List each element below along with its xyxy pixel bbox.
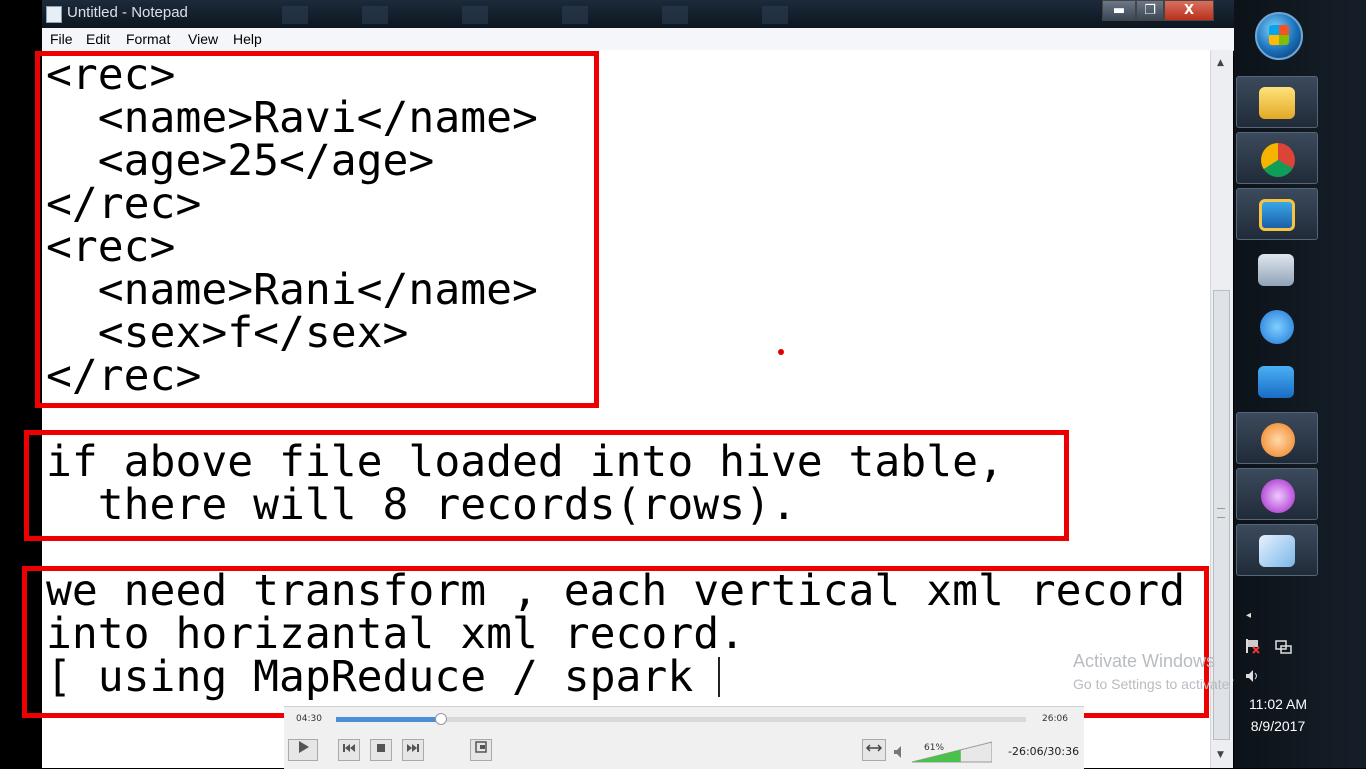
start-button[interactable] (1255, 12, 1303, 60)
close-button[interactable]: X (1164, 0, 1214, 21)
blurred-titlebar-shape (462, 6, 488, 24)
minimize-button[interactable]: ▬ (1102, 0, 1136, 21)
clock-date[interactable]: 8/9/2017 (1234, 718, 1322, 734)
play-icon (299, 741, 309, 753)
taskbar-virtualbox[interactable] (1236, 188, 1318, 240)
time-display: -26:06/30:36 (1008, 745, 1080, 758)
menu-bar: File Edit Format View Help (42, 28, 1234, 51)
taskbar-chrome[interactable] (1236, 132, 1318, 184)
blurred-titlebar-shape (282, 6, 308, 24)
title-bar: Untitled - Notepad ▬ ❐ X (42, 0, 1234, 28)
media-player-controls: 04:30 26:06 61% -26:06/30:36 (284, 706, 1084, 769)
virtualbox-icon (1259, 199, 1295, 231)
elapsed-time: 04:30 (296, 714, 322, 724)
file-explorer-icon (1259, 87, 1295, 119)
highlight-box-hive-note (24, 430, 1069, 541)
chrome-icon (1261, 143, 1295, 177)
volume-tray-icon[interactable] (1244, 668, 1262, 684)
menu-format[interactable]: Format (126, 31, 170, 47)
taskbar-file-explorer[interactable] (1236, 76, 1318, 128)
highlight-box-xml-records (35, 51, 599, 408)
app-flower-orange-icon (1261, 423, 1295, 457)
pointer-dot (778, 349, 784, 355)
fullscreen-button[interactable] (470, 739, 492, 761)
scrollbar-grip-icon (1217, 508, 1225, 518)
scroll-up-arrow-icon[interactable]: ▲ (1217, 58, 1224, 68)
loop-button[interactable] (862, 739, 886, 761)
remaining-time: 26:06 (1042, 714, 1068, 724)
fullscreen-icon (475, 741, 487, 753)
loop-icon (865, 744, 883, 752)
media-player-icon (1258, 366, 1294, 398)
show-hidden-icons-button[interactable]: ◂ (1246, 610, 1251, 621)
speaker-icon[interactable] (892, 741, 906, 763)
stop-button[interactable] (370, 739, 392, 761)
volume-slider[interactable] (912, 741, 992, 763)
blurred-titlebar-shape (662, 6, 688, 24)
clock-time[interactable]: 11:02 AM (1234, 696, 1322, 712)
next-icon (407, 744, 419, 752)
notepad-icon (1259, 535, 1295, 567)
play-button[interactable] (288, 739, 318, 761)
next-button[interactable] (402, 739, 424, 761)
menu-edit[interactable]: Edit (86, 31, 110, 47)
image-viewer-icon (1258, 254, 1294, 286)
blurred-titlebar-shape (362, 6, 388, 24)
windows-logo-icon (1269, 25, 1289, 45)
previous-icon (343, 744, 355, 752)
window-title: Untitled - Notepad (67, 4, 188, 21)
network-icon[interactable] (1274, 638, 1292, 654)
internet-explorer-icon (1260, 310, 1294, 344)
taskbar-app-purple[interactable] (1236, 468, 1318, 520)
scroll-down-arrow-icon[interactable]: ▼ (1217, 750, 1224, 760)
taskbar-image-viewer[interactable] (1236, 244, 1318, 296)
seek-bar[interactable] (336, 713, 1026, 725)
highlight-box-transform-note (22, 566, 1209, 718)
taskbar-app-orange[interactable] (1236, 412, 1318, 464)
menu-view[interactable]: View (188, 31, 218, 47)
menu-file[interactable]: File (50, 31, 73, 47)
maximize-button[interactable]: ❐ (1136, 0, 1164, 21)
blurred-titlebar-shape (562, 6, 588, 24)
app-flower-purple-icon (1261, 479, 1295, 513)
taskbar: ◂ 11:02 AM 8/9/2017 (1234, 0, 1366, 768)
taskbar-internet-explorer[interactable] (1236, 300, 1318, 352)
stop-icon (377, 744, 385, 752)
notepad-app-icon (46, 6, 62, 23)
seek-progress (336, 717, 440, 722)
taskbar-media-player[interactable] (1236, 356, 1318, 408)
previous-button[interactable] (338, 739, 360, 761)
taskbar-notepad[interactable] (1236, 524, 1318, 576)
menu-help[interactable]: Help (233, 31, 262, 47)
action-center-flag-icon[interactable] (1244, 638, 1262, 654)
seek-handle[interactable] (434, 713, 447, 725)
activation-watermark-title: Activate Windows (1073, 651, 1216, 671)
blurred-titlebar-shape (762, 6, 788, 24)
